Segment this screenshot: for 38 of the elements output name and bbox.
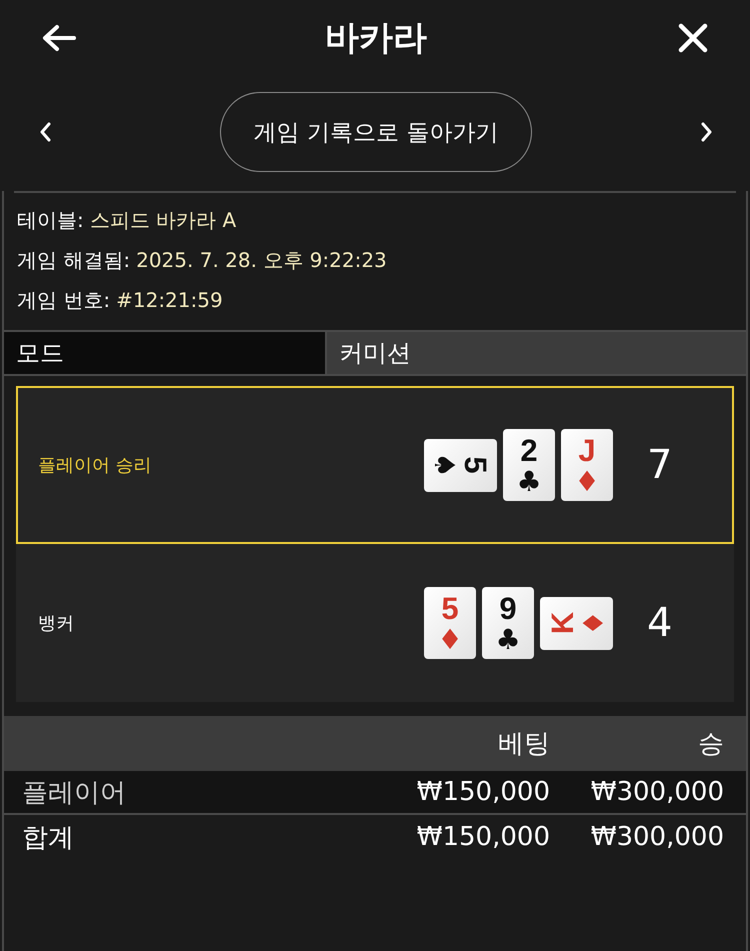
card-suit: ♣ [516,468,542,496]
column-header: 승 [697,728,724,761]
bet-amount: ₩150,000 [416,777,550,807]
info-label: 게임 해결됨: [17,247,130,274]
info-value: 스피드 바카라 A [90,207,236,234]
card-suit: ♣ [495,626,521,654]
card-rank: 9 [499,592,517,624]
hand-label: 플레이어 승리 [37,454,153,477]
back-to-history-button[interactable]: 게임 기록으로 돌아가기 [220,92,532,172]
page-title: 바카라 [325,17,427,60]
card-suit: ♦ [437,626,463,654]
info-value: 2025. 7. 28. 오후 9:22:23 [136,247,387,274]
card-suit: ♦ [574,468,600,496]
info-label: 게임 번호: [17,287,110,314]
hand-score: 7 [647,442,672,488]
row-label: 합계 [21,822,75,854]
hand-score: 4 [647,600,672,646]
card-suit: ♠ [430,452,458,478]
card-rank: J [578,434,596,466]
info-label: 테이블: [17,207,84,234]
card-rank: K [546,612,577,634]
chevron-left-icon [38,121,52,143]
card-rank: 5 [441,592,459,624]
chevron-right-icon [700,121,714,143]
win-amount: ₩300,000 [590,777,724,807]
card-suit: ♦ [579,610,607,636]
row-label: 플레이어 [21,776,127,810]
close-icon [678,23,708,53]
back-arrow-icon [42,24,76,52]
mode-value: 커미션 [327,332,746,374]
info-value: #12:21:59 [116,287,223,314]
bet-amount: ₩150,000 [416,822,550,852]
hand-label: 뱅커 [37,612,75,635]
card-rank: 2 [520,434,538,466]
column-header: 베팅 [497,728,550,761]
card-rank: 5 [460,456,491,474]
mode-label: 모드 [4,332,327,374]
win-amount: ₩300,000 [590,822,724,852]
